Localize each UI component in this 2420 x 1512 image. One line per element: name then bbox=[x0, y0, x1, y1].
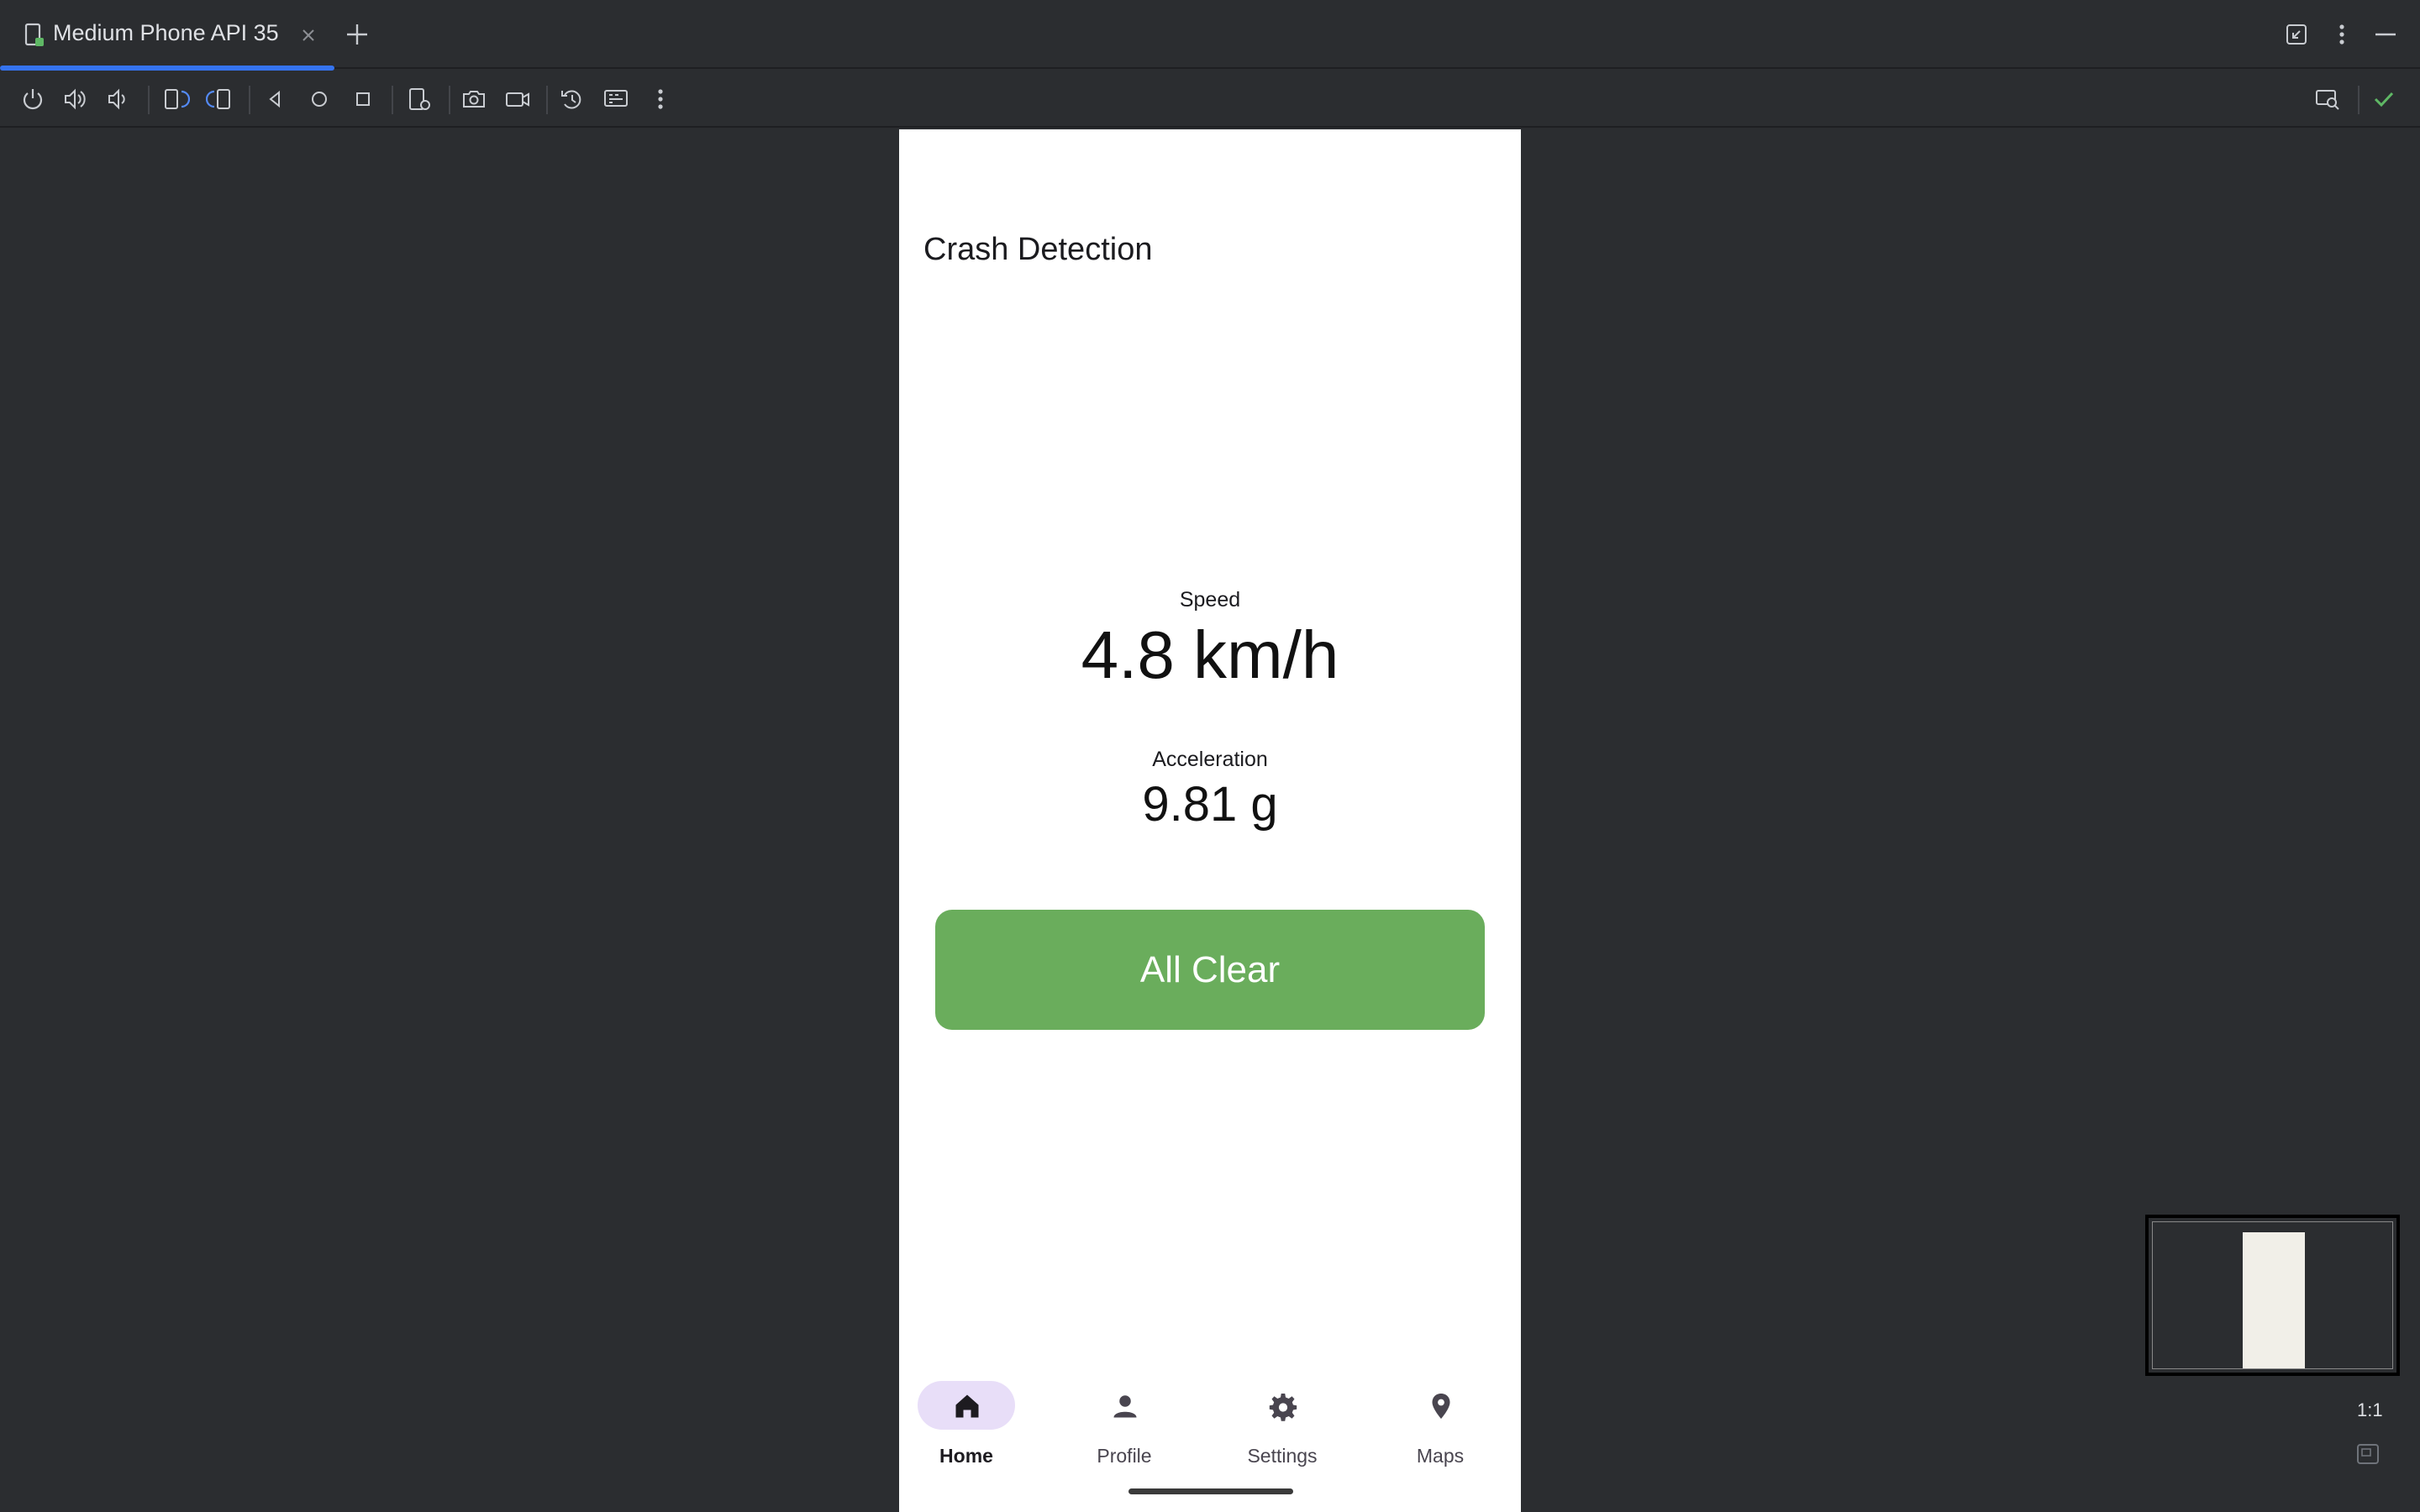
camera-icon[interactable] bbox=[460, 85, 488, 113]
minimize-icon[interactable] bbox=[2371, 20, 2400, 49]
power-icon[interactable] bbox=[18, 85, 47, 113]
nav-label-profile: Profile bbox=[1097, 1445, 1152, 1467]
rotate-right-icon[interactable] bbox=[206, 85, 234, 113]
volume-down-icon[interactable] bbox=[103, 85, 132, 113]
tab-bar: Medium Phone API 35 bbox=[0, 0, 2420, 71]
rotate-left-icon[interactable] bbox=[161, 85, 190, 113]
nav-label-home: Home bbox=[939, 1445, 993, 1467]
gesture-home-indicator[interactable] bbox=[1128, 1488, 1293, 1494]
phone-screen[interactable]: Crash Detection Speed 4.8 km/h Accelerat… bbox=[899, 129, 1521, 1512]
location-pin-icon bbox=[1432, 1394, 1450, 1419]
emulator-toolbar bbox=[0, 71, 2420, 128]
volume-up-icon[interactable] bbox=[61, 85, 90, 113]
toolbar-separator bbox=[392, 86, 393, 114]
snapshots-icon[interactable] bbox=[405, 85, 434, 113]
extended-controls-icon[interactable] bbox=[602, 85, 630, 113]
toolbar-separator bbox=[449, 86, 450, 114]
person-icon bbox=[1113, 1395, 1137, 1418]
tab-title: Medium Phone API 35 bbox=[53, 20, 279, 45]
acceleration-label: Acceleration bbox=[1152, 748, 1268, 771]
toolbar-separator bbox=[148, 86, 150, 114]
add-tab-icon[interactable] bbox=[343, 20, 371, 49]
minimap-phone-preview bbox=[2243, 1232, 2305, 1368]
overview-icon[interactable] bbox=[349, 85, 377, 113]
toolbar-separator bbox=[546, 86, 548, 114]
nav-item-maps[interactable]: Maps bbox=[1373, 1373, 1507, 1467]
checkmark-icon bbox=[2374, 92, 2394, 108]
nav-label-settings: Settings bbox=[1247, 1445, 1318, 1467]
app-title: Crash Detection bbox=[923, 232, 1153, 267]
device-explorer-icon[interactable] bbox=[2313, 85, 2342, 113]
home-button-icon[interactable] bbox=[305, 85, 334, 113]
acceleration-value: 9.81 g bbox=[1142, 777, 1278, 832]
nav-item-profile[interactable]: Profile bbox=[1057, 1373, 1192, 1467]
restore-window-icon[interactable] bbox=[2282, 20, 2311, 49]
close-icon[interactable] bbox=[298, 25, 318, 45]
nav-label-maps: Maps bbox=[1416, 1445, 1465, 1467]
device-icon bbox=[24, 23, 44, 46]
toolbar-separator bbox=[249, 86, 250, 114]
minimap-viewport bbox=[2152, 1221, 2393, 1369]
more-options-icon[interactable] bbox=[2328, 20, 2356, 49]
screen-record-icon[interactable] bbox=[503, 85, 532, 113]
back-icon[interactable] bbox=[260, 85, 289, 113]
speed-label: Speed bbox=[1179, 588, 1241, 612]
all-clear-button[interactable]: All Clear bbox=[935, 910, 1485, 1030]
screen-minimap[interactable] bbox=[2145, 1215, 2400, 1376]
device-tab[interactable]: Medium Phone API 35 bbox=[0, 0, 334, 71]
toolbar-separator bbox=[2358, 86, 2360, 114]
nav-item-settings[interactable]: Settings bbox=[1215, 1373, 1349, 1467]
rewind-icon[interactable] bbox=[558, 85, 587, 113]
speed-value: 4.8 km/h bbox=[1081, 617, 1339, 692]
zoom-level-label[interactable]: 1:1 bbox=[2357, 1399, 2383, 1421]
nav-item-home[interactable]: Home bbox=[899, 1373, 1034, 1467]
fit-to-screen-icon[interactable] bbox=[2356, 1443, 2380, 1465]
toolbar-more-icon[interactable] bbox=[646, 85, 675, 113]
home-icon bbox=[955, 1394, 979, 1418]
gear-icon bbox=[1269, 1394, 1297, 1421]
